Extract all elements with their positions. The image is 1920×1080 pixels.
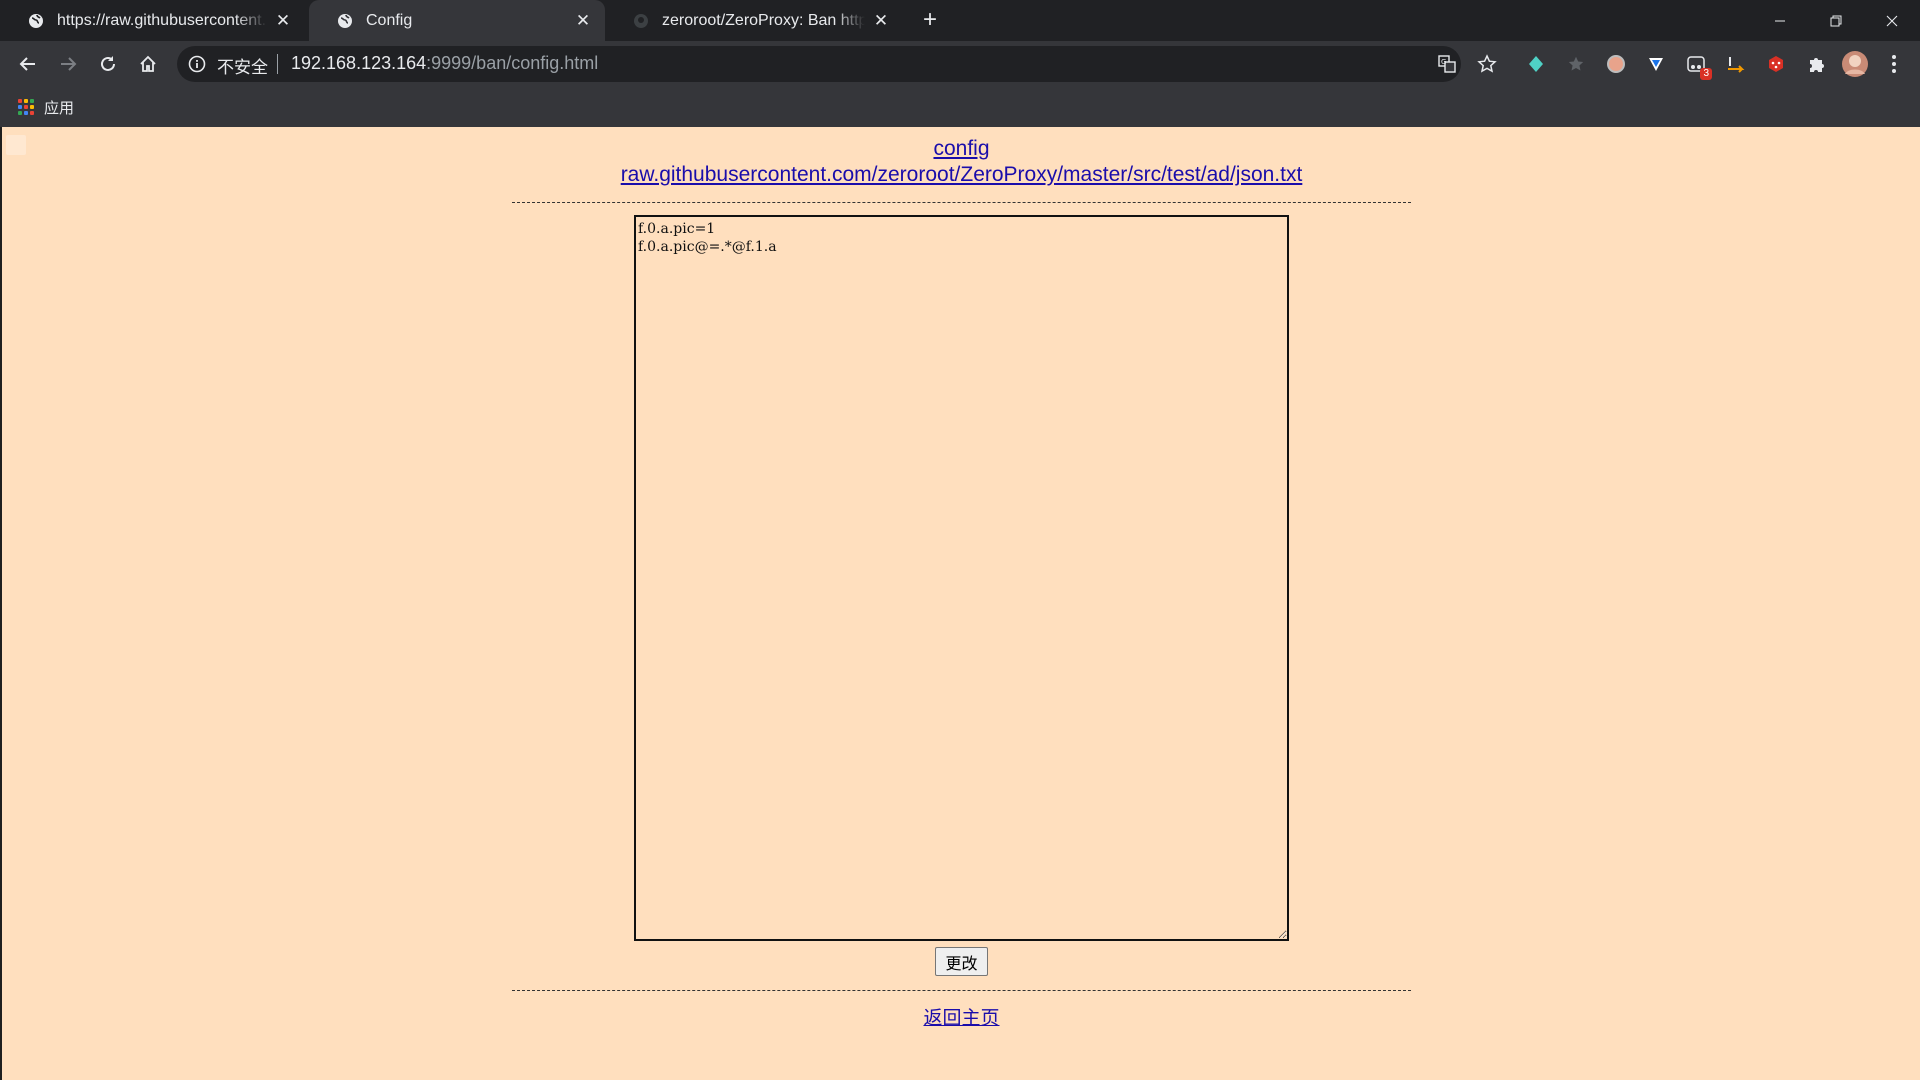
restore-button[interactable]	[1808, 0, 1864, 41]
url-path: :9999/ban/config.html	[426, 53, 599, 73]
github-icon	[632, 12, 650, 30]
apps-grid-icon	[18, 99, 34, 115]
apps-label: 应用	[44, 98, 75, 117]
translate-arrow-extension-icon[interactable]	[1724, 52, 1748, 76]
corner-placeholder	[6, 135, 26, 155]
extension-badge: 3	[1700, 68, 1712, 80]
new-tab-button[interactable]: +	[916, 6, 944, 34]
page-content: config raw.githubusercontent.com/zeroroo…	[0, 127, 1920, 1080]
insecure-label: 不安全	[217, 58, 268, 78]
back-home-link[interactable]: 返回主页	[923, 1007, 999, 1029]
source-link-row: raw.githubusercontent.com/zeroroot/ZeroP…	[512, 163, 1411, 187]
globe-icon	[336, 12, 354, 30]
close-tab-icon[interactable]: ✕	[871, 11, 891, 31]
home-button[interactable]	[132, 48, 164, 80]
extensions-puzzle-icon[interactable]	[1804, 52, 1828, 76]
bookmarks-bar: 应用	[0, 87, 1920, 127]
star-extension-icon[interactable]	[1564, 52, 1588, 76]
address-bar[interactable]: 不安全 192.168.123.164:9999/ban/config.html…	[177, 46, 1461, 82]
browser-toolbar: 不安全 192.168.123.164:9999/ban/config.html…	[0, 41, 1920, 87]
address-divider	[277, 54, 278, 74]
minimize-button[interactable]	[1752, 0, 1808, 41]
url-host: 192.168.123.164	[291, 53, 427, 73]
globe-icon	[27, 12, 45, 30]
menu-kebab-icon[interactable]	[1882, 52, 1906, 76]
top-divider	[512, 202, 1411, 203]
profile-avatar[interactable]	[1841, 50, 1869, 78]
url-text[interactable]: 192.168.123.164:9999/ban/config.html	[291, 53, 598, 74]
window-edge	[0, 127, 2, 1080]
bookmark-apps[interactable]: 应用	[18, 95, 74, 119]
tampermonkey-extension-icon[interactable]: 3	[1684, 52, 1712, 80]
reload-button[interactable]	[92, 48, 124, 80]
crystal-extension-icon[interactable]	[1524, 52, 1548, 76]
browser-titlebar: https://raw.githubusercontent.com/zeroro…	[0, 0, 1920, 41]
title-link-row: config	[512, 137, 1411, 161]
forward-button[interactable]	[52, 48, 84, 80]
svg-text:G: G	[1441, 58, 1446, 66]
shield-extension-icon[interactable]	[1644, 52, 1668, 76]
config-link[interactable]: config	[933, 137, 989, 160]
close-tab-icon[interactable]: ✕	[273, 11, 293, 31]
dice-extension-icon[interactable]	[1764, 52, 1788, 76]
circle-extension-icon[interactable]	[1604, 52, 1628, 76]
source-url-link[interactable]: raw.githubusercontent.com/zeroroot/ZeroP…	[621, 163, 1303, 186]
back-button[interactable]	[12, 48, 44, 80]
tab-title: https://raw.githubusercontent.com/zeroro…	[57, 11, 267, 29]
close-window-button[interactable]	[1864, 0, 1920, 41]
info-icon[interactable]	[187, 54, 207, 74]
tab-title: Config	[366, 11, 413, 29]
tab-title: zeroroot/ZeroProxy: Ban http	[662, 11, 865, 29]
config-textarea[interactable]: f.0.a.pic=1 f.0.a.pic@=.*@f.1.a	[634, 215, 1289, 941]
tab-config[interactable]: Config ✕	[309, 0, 605, 41]
translate-icon[interactable]: G	[1436, 53, 1458, 75]
close-tab-icon[interactable]: ✕	[573, 11, 593, 31]
update-button[interactable]: 更改	[935, 947, 988, 976]
back-link-row: 返回主页	[512, 1003, 1411, 1030]
bottom-divider	[512, 990, 1411, 991]
tab-raw-github[interactable]: https://raw.githubusercontent.com/zeroro…	[0, 0, 305, 41]
tab-github-zeroproxy[interactable]: zeroroot/ZeroProxy: Ban http ✕	[605, 0, 903, 41]
bookmark-star-icon[interactable]	[1476, 53, 1498, 75]
